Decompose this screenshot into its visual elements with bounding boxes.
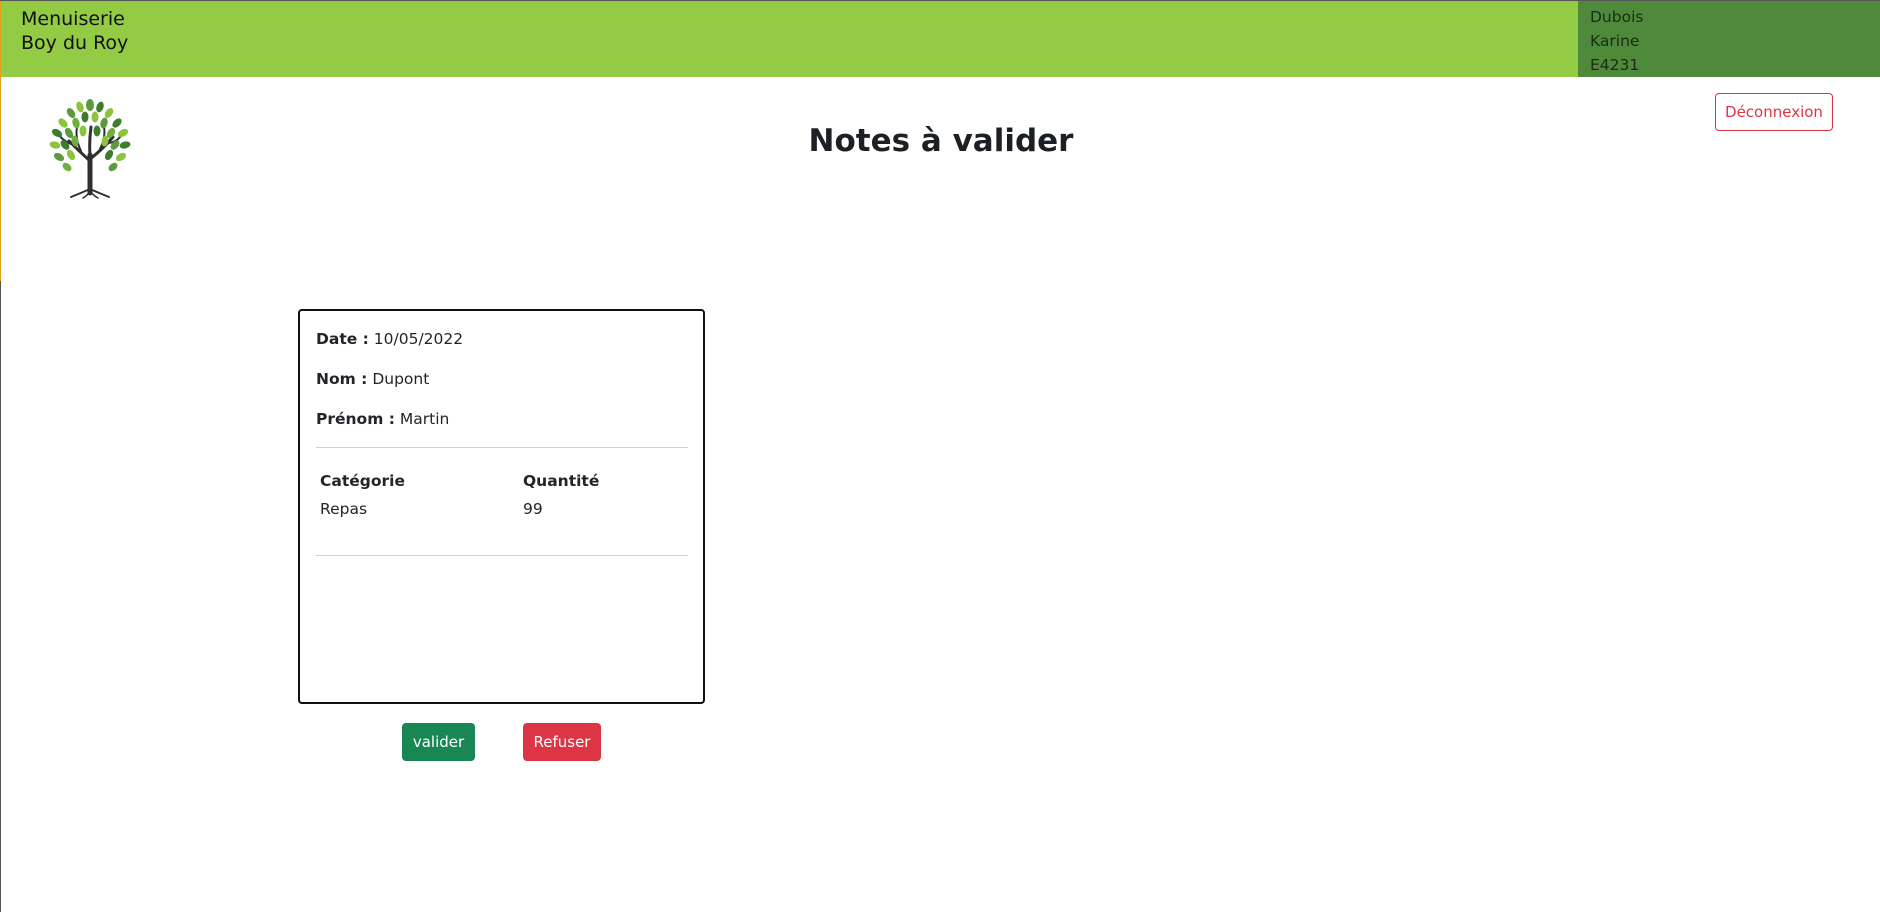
brand-line-2: Boy du Roy (21, 32, 129, 54)
app-frame: Menuiserie Boy du Roy Dubois Karine E423… (0, 0, 1880, 912)
first-name-field: Prénom : Martin (316, 410, 449, 428)
divider (316, 447, 688, 448)
user-first-name: Karine (1590, 32, 1640, 50)
date-field: Date : 10/05/2022 (316, 330, 463, 348)
last-name-value: Dupont (372, 370, 430, 388)
first-name-value: Martin (399, 410, 450, 428)
cell-category: Repas (320, 500, 368, 518)
column-header-category: Catégorie (320, 472, 405, 490)
user-info-panel: Dubois Karine E4231 (1578, 1, 1880, 77)
column-header-quantity: Quantité (523, 472, 600, 490)
expense-items-table: Catégorie Quantité Repas 99 (316, 468, 688, 522)
brand-line-1: Menuiserie (21, 8, 125, 30)
user-id: E4231 (1590, 56, 1640, 74)
last-name-label: Nom : (316, 370, 368, 388)
top-header: Menuiserie Boy du Roy Dubois Karine E423… (1, 1, 1880, 77)
expense-note-card: Date : 10/05/2022 Nom : Dupont Prénom : … (298, 309, 705, 704)
user-last-name: Dubois (1590, 8, 1644, 26)
page-title: Notes à valider (808, 123, 1074, 159)
refuse-button[interactable]: Refuser (523, 723, 601, 761)
last-name-field: Nom : Dupont (316, 370, 429, 388)
first-name-label: Prénom : (316, 410, 395, 428)
divider (316, 555, 688, 556)
cell-quantity: 99 (523, 500, 543, 518)
validate-button[interactable]: valider (402, 723, 475, 761)
date-label: Date : (316, 330, 369, 348)
date-value: 10/05/2022 (373, 330, 464, 348)
table-header-row: Catégorie Quantité (316, 468, 688, 496)
table-row: Repas 99 (316, 496, 688, 522)
brand-name: Menuiserie Boy du Roy (21, 7, 128, 55)
